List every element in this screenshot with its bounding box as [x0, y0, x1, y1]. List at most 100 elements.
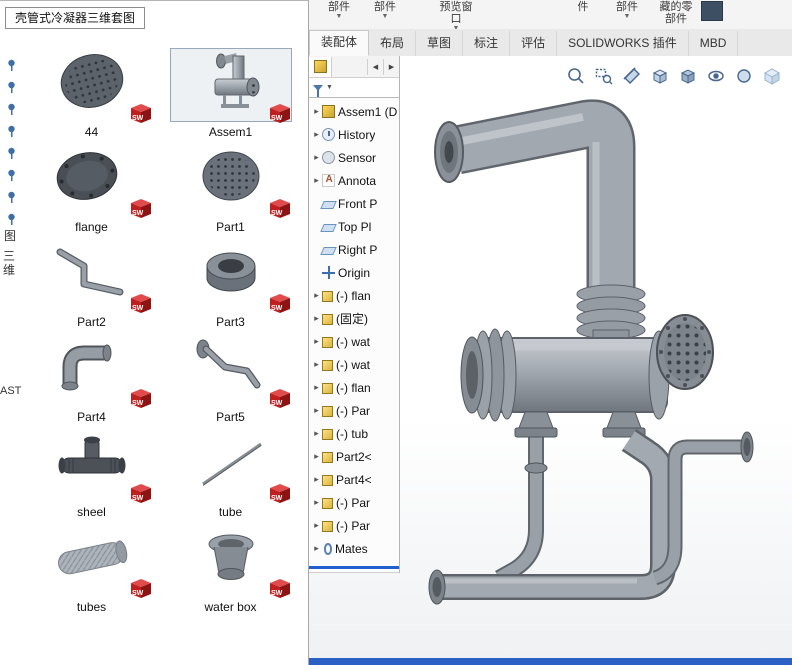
tree-item-sensors[interactable]: Sensor — [309, 146, 399, 169]
rollback-bar[interactable] — [309, 566, 399, 569]
pushpin-icon[interactable] — [6, 125, 18, 138]
tree-item-mates[interactable]: Mates — [309, 537, 399, 560]
file-item-part5[interactable]: SW Part5 — [161, 330, 300, 425]
pushpin-icon[interactable] — [6, 103, 18, 116]
tab-layout[interactable]: 布局 — [369, 31, 416, 56]
file-name: Assem1 — [209, 125, 252, 139]
expand-arrow-icon[interactable] — [311, 129, 322, 140]
file-item-44[interactable]: SW 44 — [22, 45, 161, 140]
pushpin-icon[interactable] — [6, 213, 18, 226]
3d-model-condenser-assembly[interactable] — [387, 80, 791, 625]
tab-sketch[interactable]: 草图 — [416, 31, 463, 56]
explorer-title-tab[interactable]: 壳管式冷凝器三维套图 — [5, 7, 145, 29]
expand-arrow-icon[interactable] — [311, 359, 322, 370]
svg-text:SW: SW — [132, 400, 144, 407]
ribbon-button[interactable]: 件 — [571, 1, 595, 13]
file-item-part4[interactable]: SW Part4 — [22, 330, 161, 425]
expand-arrow-icon[interactable] — [311, 336, 322, 347]
panel-prev-button[interactable]: ◀ — [367, 59, 383, 75]
tree-item-origin[interactable]: Origin — [309, 261, 399, 284]
ribbon-button[interactable]: 部件▼ — [609, 1, 645, 21]
feature-manager-tabs: ◀ ▶ — [309, 56, 399, 78]
pushpin-icon[interactable] — [6, 169, 18, 182]
expand-arrow-icon[interactable] — [311, 405, 322, 416]
tree-item[interactable]: (固定) — [309, 307, 399, 330]
part-icon — [322, 475, 333, 486]
pushpin-icon[interactable] — [6, 59, 18, 72]
tree-item-annotations[interactable]: Annota — [309, 169, 399, 192]
tree-item-right-plane[interactable]: Right P — [309, 238, 399, 261]
pushpin-icon[interactable] — [6, 81, 18, 94]
side-tab[interactable]: 三维 — [3, 249, 16, 277]
tree-item-history[interactable]: History — [309, 123, 399, 146]
tree-item[interactable]: (-) wat — [309, 353, 399, 376]
tree-item[interactable]: (-) Par — [309, 399, 399, 422]
panel-next-button[interactable]: ▶ — [383, 59, 399, 75]
ribbon-button[interactable]: 部件▼ — [321, 1, 357, 21]
tree-item[interactable]: (-) wat — [309, 330, 399, 353]
expand-arrow-icon[interactable] — [311, 520, 322, 531]
tab-mbd[interactable]: MBD — [689, 31, 739, 56]
tab-markup[interactable]: 标注 — [463, 31, 510, 56]
ribbon-button[interactable]: 部件▼ — [367, 1, 403, 21]
pushpin-icon[interactable] — [6, 191, 18, 204]
tree-item[interactable]: (-) Par — [309, 491, 399, 514]
pushpin-icon[interactable] — [6, 147, 18, 160]
file-name: tube — [219, 505, 242, 519]
expand-arrow-icon[interactable] — [311, 175, 322, 186]
tree-item-front-plane[interactable]: Front P — [309, 192, 399, 215]
tab-assembly[interactable]: 装配体 — [309, 30, 369, 56]
origin-icon — [322, 266, 335, 279]
tree-item-assembly[interactable]: Assem1 (D — [309, 100, 399, 123]
part-icon — [322, 314, 333, 325]
file-item-water-box[interactable]: SW water box — [161, 520, 300, 615]
history-icon — [322, 128, 335, 141]
expand-arrow-icon[interactable] — [311, 497, 322, 508]
expand-arrow-icon[interactable] — [311, 313, 322, 324]
file-item-part1[interactable]: SW Part1 — [161, 140, 300, 235]
ribbon-button[interactable]: 藏的零部件 — [655, 1, 697, 25]
dropdown-arrow-icon: ▼ — [367, 13, 403, 21]
file-item-part2[interactable]: SW Part2 — [22, 235, 161, 330]
file-item-part3[interactable]: SW Part3 — [161, 235, 300, 330]
annotations-icon — [322, 174, 335, 187]
graphics-area[interactable]: ◀ ▶ ▼ Assem1 (D History Sensor Annota Fr… — [309, 56, 792, 658]
file-item-assem1[interactable]: SW Assem1 — [161, 45, 300, 140]
tree-item-top-plane[interactable]: Top Pl — [309, 215, 399, 238]
expand-arrow-icon[interactable] — [311, 290, 322, 301]
hide-components-icon[interactable] — [701, 1, 723, 21]
featuremanager-tree-tab[interactable] — [309, 57, 332, 77]
expand-arrow-icon[interactable] — [311, 474, 322, 485]
tree-filter[interactable]: ▼ — [309, 78, 399, 98]
tree-item[interactable]: Part4< — [309, 468, 399, 491]
side-tab[interactable]: AST — [0, 385, 21, 397]
expand-arrow-icon[interactable] — [311, 428, 322, 439]
svg-text:SW: SW — [271, 115, 283, 122]
docked-toolbar-pins — [6, 59, 18, 226]
plane-icon — [320, 201, 337, 209]
file-item-flange[interactable]: SW flange — [22, 140, 161, 235]
part-icon — [322, 291, 333, 302]
expand-arrow-icon[interactable] — [311, 106, 322, 117]
file-item-tube[interactable]: SW tube — [161, 425, 300, 520]
tree-item[interactable]: (-) flan — [309, 376, 399, 399]
expand-arrow-icon[interactable] — [311, 543, 322, 554]
expand-arrow-icon[interactable] — [311, 382, 322, 393]
tree-item[interactable]: (-) Par — [309, 514, 399, 537]
commandmanager-tabs: 装配体 布局 草图 标注 评估 SOLIDWORKS 插件 MBD — [309, 29, 792, 57]
sensors-icon — [322, 151, 335, 164]
plane-icon — [320, 247, 337, 255]
tab-evaluate[interactable]: 评估 — [510, 31, 557, 56]
tree-item[interactable]: (-) tub — [309, 422, 399, 445]
expand-arrow-icon[interactable] — [311, 152, 322, 163]
expand-arrow-icon[interactable] — [311, 451, 322, 462]
side-tab[interactable]: 图 — [4, 227, 16, 244]
file-item-sheel[interactable]: SW sheel — [22, 425, 161, 520]
tree-item[interactable]: Part2< — [309, 445, 399, 468]
file-item-tubes[interactable]: SW tubes — [22, 520, 161, 615]
feature-tree: Assem1 (D History Sensor Annota Front P … — [309, 98, 399, 560]
tree-item[interactable]: (-) flan — [309, 284, 399, 307]
file-name: Part1 — [216, 220, 245, 234]
solidworks-file-icon: SW — [127, 100, 154, 125]
tab-solidworks-addins[interactable]: SOLIDWORKS 插件 — [557, 31, 689, 56]
